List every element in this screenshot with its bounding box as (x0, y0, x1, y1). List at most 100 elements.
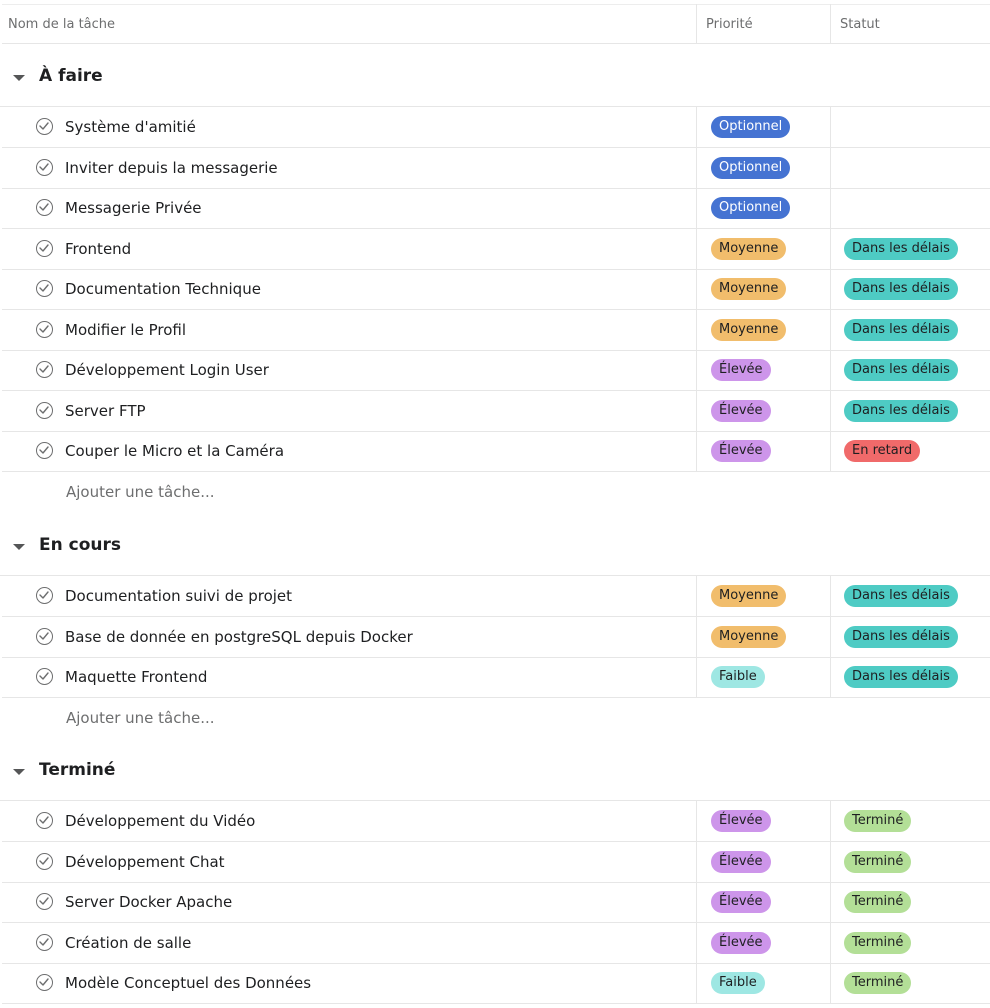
task-name[interactable]: Développement du Vidéo (65, 801, 255, 841)
priority-badge[interactable]: Élevée (711, 440, 771, 462)
complete-task-check-icon[interactable] (36, 668, 53, 685)
column-separator (830, 576, 831, 698)
status-badge[interactable]: Dans les délais (844, 359, 958, 381)
task-row[interactable]: Modèle Conceptuel des Données Faible Termi… (2, 963, 990, 1004)
section-title[interactable]: Terminé (39, 760, 115, 780)
priority-badge[interactable]: Optionnel (711, 197, 791, 219)
caret-down-icon[interactable] (13, 75, 25, 81)
priority-badge[interactable]: Élevée (711, 359, 771, 381)
task-name[interactable]: Documentation Technique (65, 269, 261, 309)
priority-badge[interactable]: Moyenne (711, 238, 787, 260)
priority-badge[interactable]: Moyenne (711, 626, 787, 648)
complete-task-check-icon[interactable] (36, 240, 53, 257)
priority-badge[interactable]: Élevée (711, 932, 771, 954)
status-badge[interactable]: Terminé (844, 932, 912, 954)
status-badge[interactable]: Dans les délais (844, 319, 958, 341)
priority-badge[interactable]: Élevée (711, 891, 771, 913)
status-badge[interactable]: Dans les délais (844, 626, 958, 648)
complete-task-check-icon[interactable] (36, 628, 53, 645)
task-name[interactable]: Frontend (65, 229, 131, 269)
task-name[interactable]: Documentation suivi de projet (65, 576, 292, 616)
status-badge[interactable]: Terminé (844, 851, 912, 873)
section-title[interactable]: En cours (39, 535, 121, 555)
task-row[interactable]: Messagerie Privée Optionnel (2, 188, 990, 229)
status-badge[interactable]: Terminé (844, 810, 912, 832)
task-name[interactable]: Modèle Conceptuel des Données (65, 963, 311, 1003)
task-name[interactable]: Système d'amitié (65, 107, 196, 147)
complete-task-check-icon[interactable] (36, 199, 53, 216)
task-name[interactable]: Server Docker Apache (65, 882, 232, 922)
task-row[interactable]: Maquette Frontend Faible Dans les délais (2, 657, 990, 698)
complete-task-check-icon[interactable] (36, 934, 53, 951)
task-list-view: Nom de la tâche Priorité Statut À faire S… (0, 0, 990, 1008)
priority-badge[interactable]: Élevée (711, 851, 771, 873)
section-header-en-cours: En cours (0, 514, 990, 576)
status-badge[interactable]: Terminé (844, 972, 912, 994)
priority-badge[interactable]: Optionnel (711, 157, 791, 179)
column-header-task-name[interactable]: Nom de la tâche (8, 5, 115, 43)
priority-badge[interactable]: Moyenne (711, 585, 787, 607)
complete-task-check-icon[interactable] (36, 280, 53, 297)
task-name[interactable]: Développement Chat (65, 842, 225, 882)
task-row[interactable]: Server FTP Élevée Dans les délais (2, 391, 990, 432)
complete-task-check-icon[interactable] (36, 812, 53, 829)
complete-task-check-icon[interactable] (36, 974, 53, 991)
priority-badge[interactable]: Élevée (711, 810, 771, 832)
task-row[interactable]: Développement Login User Élevée Dans les d… (2, 350, 990, 391)
task-name[interactable]: Server FTP (65, 391, 146, 431)
status-badge[interactable]: Dans les délais (844, 585, 958, 607)
task-row[interactable]: Création de salle Élevée Terminé (2, 923, 990, 964)
priority-badge[interactable]: Élevée (711, 400, 771, 422)
column-separator (696, 4, 697, 44)
column-header-priority[interactable]: Priorité (706, 5, 753, 43)
task-name[interactable]: Maquette Frontend (65, 657, 207, 697)
complete-task-check-icon[interactable] (36, 587, 53, 604)
column-header-row: Nom de la tâche Priorité Statut (2, 4, 990, 44)
task-row[interactable]: Inviter depuis la messagerie Optionnel (2, 148, 990, 189)
task-row[interactable]: Base de donnée en postgreSQL depuis Dock… (2, 617, 990, 658)
status-badge[interactable]: En retard (844, 440, 921, 462)
task-name[interactable]: Base de donnée en postgreSQL depuis Dock… (65, 617, 413, 657)
task-name[interactable]: Création de salle (65, 923, 191, 963)
priority-badge[interactable]: Faible (711, 972, 765, 994)
section-title[interactable]: À faire (39, 66, 103, 86)
task-row[interactable]: Frontend Moyenne Dans les délais (2, 229, 990, 270)
task-name[interactable]: Couper le Micro et la Caméra (65, 431, 284, 471)
section-header-a-faire: À faire (0, 45, 990, 107)
status-badge[interactable]: Dans les délais (844, 238, 958, 260)
priority-badge[interactable]: Optionnel (711, 116, 791, 138)
status-badge[interactable]: Terminé (844, 891, 912, 913)
task-row[interactable]: Système d'amitié Optionnel (2, 107, 990, 148)
priority-badge[interactable]: Moyenne (711, 278, 787, 300)
task-row[interactable]: Développement Chat Élevée Terminé (2, 842, 990, 883)
task-row[interactable]: Développement du Vidéo Élevée Terminé (2, 801, 990, 842)
task-row[interactable]: Documentation suivi de projet Moyenne Dans… (2, 576, 990, 617)
add-task-button[interactable]: Ajouter une tâche... (66, 472, 215, 512)
task-row[interactable]: Server Docker Apache Élevée Terminé (2, 882, 990, 923)
status-badge[interactable]: Dans les délais (844, 278, 958, 300)
task-row[interactable]: Documentation Technique Moyenne Dans les d… (2, 269, 990, 310)
task-name[interactable]: Inviter depuis la messagerie (65, 148, 278, 188)
caret-down-icon[interactable] (13, 769, 25, 775)
column-header-status[interactable]: Statut (840, 5, 880, 43)
complete-task-check-icon[interactable] (36, 853, 53, 870)
complete-task-check-icon[interactable] (36, 442, 53, 459)
status-badge[interactable]: Dans les délais (844, 400, 958, 422)
complete-task-check-icon[interactable] (36, 361, 53, 378)
add-task-button[interactable]: Ajouter une tâche... (66, 698, 215, 738)
complete-task-check-icon[interactable] (36, 893, 53, 910)
status-badge[interactable]: Dans les délais (844, 666, 958, 688)
task-name[interactable]: Développement Login User (65, 350, 269, 390)
complete-task-check-icon[interactable] (36, 118, 53, 135)
priority-badge[interactable]: Faible (711, 666, 765, 688)
complete-task-check-icon[interactable] (36, 159, 53, 176)
complete-task-check-icon[interactable] (36, 321, 53, 338)
task-name[interactable]: Messagerie Privée (65, 188, 202, 228)
task-row[interactable]: Modifier le Profil Moyenne Dans les délais (2, 310, 990, 351)
priority-badge[interactable]: Moyenne (711, 319, 787, 341)
complete-task-check-icon[interactable] (36, 402, 53, 419)
column-separator (696, 801, 697, 1004)
task-row[interactable]: Couper le Micro et la Caméra Élevée En ret… (2, 431, 990, 472)
caret-down-icon[interactable] (13, 544, 25, 550)
task-name[interactable]: Modifier le Profil (65, 310, 186, 350)
